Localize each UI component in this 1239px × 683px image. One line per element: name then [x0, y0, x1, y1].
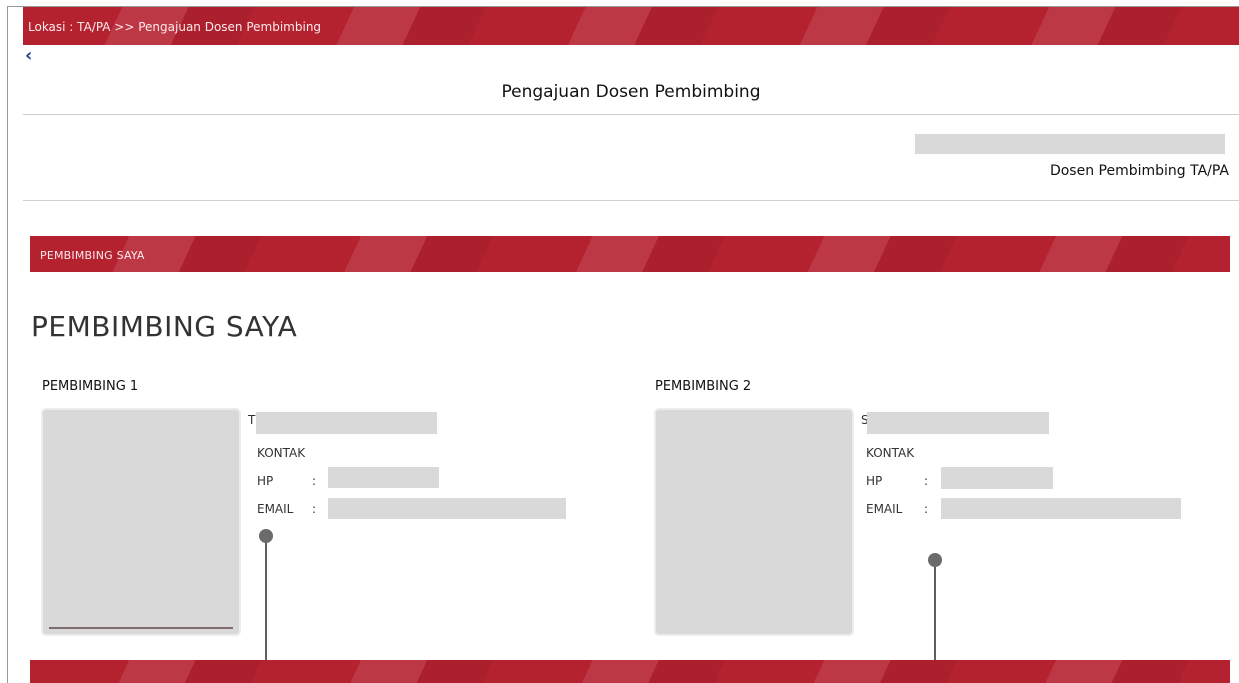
pembimbing-2-heading: PEMBIMBING 2	[655, 379, 752, 394]
hp-label: HP	[257, 474, 274, 488]
pembimbing-1-hp-redacted	[328, 467, 439, 488]
section-title: PEMBIMBING SAYA	[31, 310, 298, 343]
redacted-student-name	[915, 134, 1225, 154]
location-bar: Lokasi : TA/PA >> Pengajuan Dosen Pembim…	[23, 7, 1239, 45]
pembimbing-1-photo	[43, 410, 239, 634]
pembimbing-1-heading: PEMBIMBING 1	[42, 379, 139, 394]
pembimbing-1-name-initial: T	[248, 413, 256, 427]
frame-left-border	[7, 6, 8, 683]
section-header-band: PEMBIMBING SAYA	[30, 236, 1230, 272]
hp-label: HP	[866, 474, 883, 488]
bottom-band	[30, 660, 1230, 683]
hp-colon: :	[924, 474, 929, 488]
breadcrumb: Lokasi : TA/PA >> Pengajuan Dosen Pembim…	[28, 20, 322, 34]
divider	[23, 114, 1239, 115]
email-label: EMAIL	[866, 502, 903, 516]
page-title: Pengajuan Dosen Pembimbing	[501, 82, 761, 102]
photo-bottom-strip	[49, 627, 233, 629]
kontak-label: KONTAK	[257, 446, 306, 460]
pembimbing-2-photo	[656, 410, 852, 634]
dosen-pembimbing-label: Dosen Pembimbing TA/PA	[1049, 163, 1229, 179]
divider	[23, 200, 1239, 201]
email-colon: :	[924, 502, 929, 516]
annotation-dot	[928, 553, 942, 567]
section-band-label: PEMBIMBING SAYA	[40, 249, 145, 262]
email-label: EMAIL	[257, 502, 294, 516]
kontak-label: KONTAK	[866, 446, 915, 460]
pembimbing-2-email-redacted	[941, 498, 1181, 519]
pembimbing-2-name-redacted	[867, 412, 1049, 434]
pembimbing-1-email-redacted	[328, 498, 566, 519]
hp-colon: :	[312, 474, 317, 488]
back-chevron-icon[interactable]: ‹	[25, 46, 32, 66]
pembimbing-2-hp-redacted	[941, 467, 1053, 489]
email-colon: :	[312, 502, 317, 516]
pembimbing-1-name-redacted	[256, 412, 437, 434]
annotation-dot	[259, 529, 273, 543]
